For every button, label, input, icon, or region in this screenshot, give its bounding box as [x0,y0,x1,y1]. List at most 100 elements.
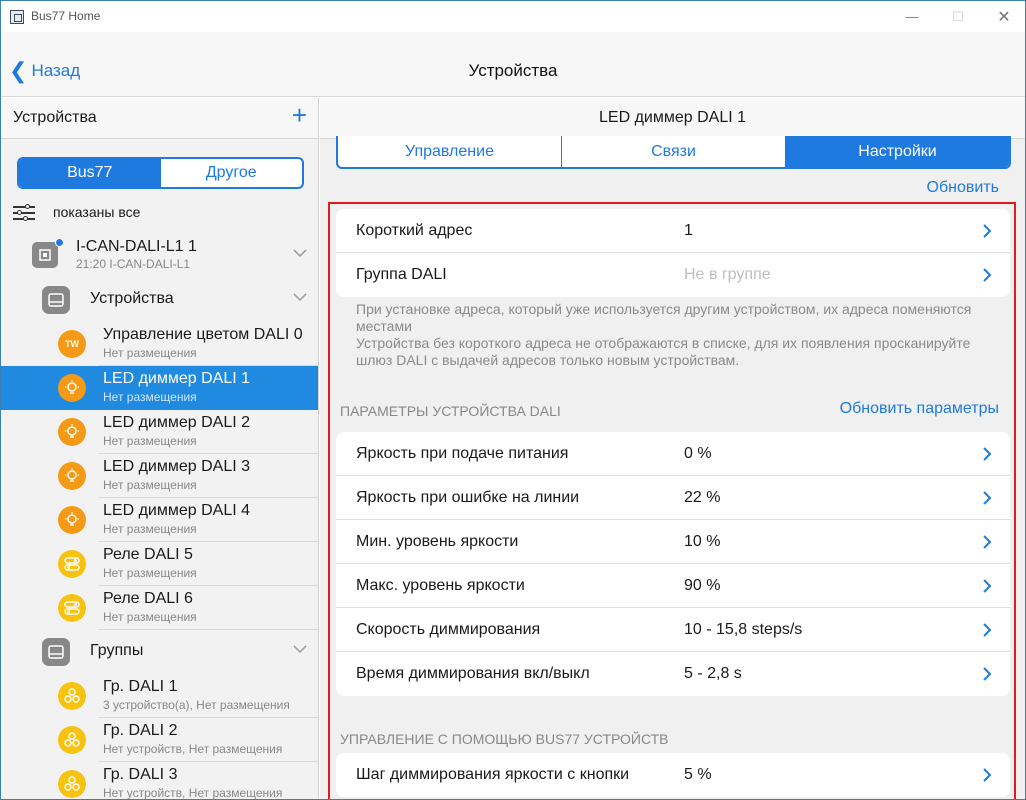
chevron-right-icon [983,623,992,637]
relay-toggle-icon [58,594,86,622]
source-segmented-control: Bus77 Другое [17,157,304,189]
item-subtitle: Нет размещения [103,434,197,448]
row-label: Мин. уровень яркости [356,533,519,550]
bulb-icon [58,506,86,534]
chevron-right-icon [983,491,992,505]
item-subtitle: Нет размещения [103,478,197,492]
divider [99,629,318,630]
param-row[interactable]: Яркость при подаче питания 0 % [336,432,1010,476]
item-name: Гр. DALI 3 [103,766,178,783]
tab-links[interactable]: Связи [562,136,786,167]
row-value: 5 - 2,8 s [684,665,742,682]
groups-folder-row[interactable]: Группы [1,630,318,674]
bulb-icon [58,418,86,446]
row-value: 0 % [684,445,712,462]
row-label: Шаг диммирования яркости с кнопки [356,766,630,783]
app-logo-icon [10,10,24,24]
sidebar: Устройства + Bus77 Другое показаны все I… [1,98,319,800]
chevron-down-icon[interactable] [293,290,307,304]
add-device-button[interactable]: + [292,102,307,128]
chevron-right-icon [983,224,992,238]
tab-control[interactable]: Управление [338,136,562,167]
chevron-down-icon[interactable] [293,642,307,656]
sidebar-header: Устройства + [1,98,318,139]
device-item[interactable]: LED диммер DALI 2 Нет размещения [1,410,318,454]
device-item[interactable]: LED диммер DALI 3 Нет размещения [1,454,318,498]
row-label: Группа DALI [356,266,447,283]
filter-label: показаны все [53,204,141,220]
bus-section-header: УПРАВЛЕНИЕ С ПОМОЩЬЮ BUS77 УСТРОЙСТВ [340,731,669,747]
chevron-right-icon [983,579,992,593]
gateway-sub: 21:20 I-CAN-DALI-L1 [76,257,191,271]
row-value: 5 % [684,766,712,783]
device-item[interactable]: LED диммер DALI 4 Нет размещения [1,498,318,542]
address-note-text: При установке адреса, который уже исполь… [356,301,972,368]
row-label: Макс. уровень яркости [356,577,525,594]
item-subtitle: Нет размещения [103,522,197,536]
group-item[interactable]: Гр. DALI 3 Нет устройств, Нет размещения [1,762,318,800]
nav-bar: ❮ Назад Устройства [1,32,1025,97]
group-icon [58,770,86,798]
segment-other[interactable]: Другое [161,159,303,187]
devices-folder-row[interactable]: Устройства [1,278,318,322]
item-subtitle: Нет размещения [103,346,197,360]
device-item[interactable]: TW Управление цветом DALI 0 Нет размещения [1,322,318,366]
row-value: 22 % [684,489,721,506]
filter-button[interactable]: показаны все [13,201,140,223]
app-window: Bus77 Home — ☐ ✕ ❮ Назад Устройства Устр… [0,0,1026,800]
refresh-params-link[interactable]: Обновить параметры [840,400,999,418]
page-title: Устройства [468,61,558,80]
param-row[interactable]: Макс. уровень яркости 90 % [336,564,1010,608]
refresh-link[interactable]: Обновить [927,179,999,197]
address-group: Короткий адрес 1 Группа DALI Не в группе [336,209,1010,297]
row-label: Яркость при подаче питания [356,445,569,462]
item-name: LED диммер DALI 4 [103,502,250,519]
close-button[interactable]: ✕ [981,1,1025,32]
item-subtitle: Нет устройств, Нет размещения [103,786,283,800]
params-section-header: ПАРАМЕТРЫ УСТРОЙСТВА DALI [340,403,561,419]
group-item[interactable]: Гр. DALI 1 3 устройство(а), Нет размещени… [1,674,318,718]
bulb-icon [58,374,86,402]
address-row[interactable]: Группа DALI Не в группе [336,253,1010,297]
devices-folder-label: Устройства [90,290,174,307]
item-subtitle: Нет размещения [103,390,197,404]
sidebar-title: Устройства [13,109,97,126]
group-icon [58,726,86,754]
param-row[interactable]: Время диммирования вкл/выкл 5 - 2,8 s [336,652,1010,696]
device-item[interactable]: Реле DALI 6 Нет размещения [1,586,318,630]
chevron-right-icon [983,667,992,681]
item-name: Гр. DALI 2 [103,722,178,739]
address-note: При установке адреса, который уже исполь… [356,301,996,369]
segment-bus77[interactable]: Bus77 [19,159,161,187]
minimize-button[interactable]: — [889,1,935,32]
address-row[interactable]: Короткий адрес 1 [336,209,1010,253]
gateway-row[interactable]: I-CAN-DALI-L1 1 21:20 I-CAN-DALI-L1 [1,234,318,278]
param-row[interactable]: Яркость при ошибке на линии 22 % [336,476,1010,520]
tab-bar: Управление Связи Настройки [336,136,1011,169]
param-row[interactable]: Мин. уровень яркости 10 % [336,520,1010,564]
item-name: LED диммер DALI 2 [103,414,250,431]
relay-toggle-icon [58,550,86,578]
chevron-down-icon[interactable] [293,246,307,260]
chevron-right-icon [983,268,992,282]
item-name: Управление цветом DALI 0 [103,326,303,343]
item-name: Гр. DALI 1 [103,678,178,695]
bus-control-row[interactable]: Шаг диммирования яркости с кнопки 5 % [336,753,1010,797]
folder-icon [42,286,70,314]
filter-sliders-icon [13,204,35,221]
row-label: Короткий адрес [356,222,473,239]
row-value: 1 [684,222,693,239]
bus-control-group: Шаг диммирования яркости с кнопки 5 % [336,753,1010,797]
param-row[interactable]: Скорость диммирования 10 - 15,8 steps/s [336,608,1010,652]
device-item[interactable]: LED диммер DALI 1 Нет размещения [1,366,318,410]
item-name: LED диммер DALI 3 [103,458,250,475]
row-value: 90 % [684,577,721,594]
tab-settings[interactable]: Настройки [786,136,1009,167]
maximize-button[interactable]: ☐ [935,1,981,32]
device-item[interactable]: Реле DALI 5 Нет размещения [1,542,318,586]
item-name: Реле DALI 6 [103,590,193,607]
group-item[interactable]: Гр. DALI 2 Нет устройств, Нет размещения [1,718,318,762]
main-panel: LED диммер DALI 1 Управление Связи Настр… [320,98,1025,799]
groups-folder-label: Группы [90,642,144,659]
item-subtitle: Нет размещения [103,610,197,624]
